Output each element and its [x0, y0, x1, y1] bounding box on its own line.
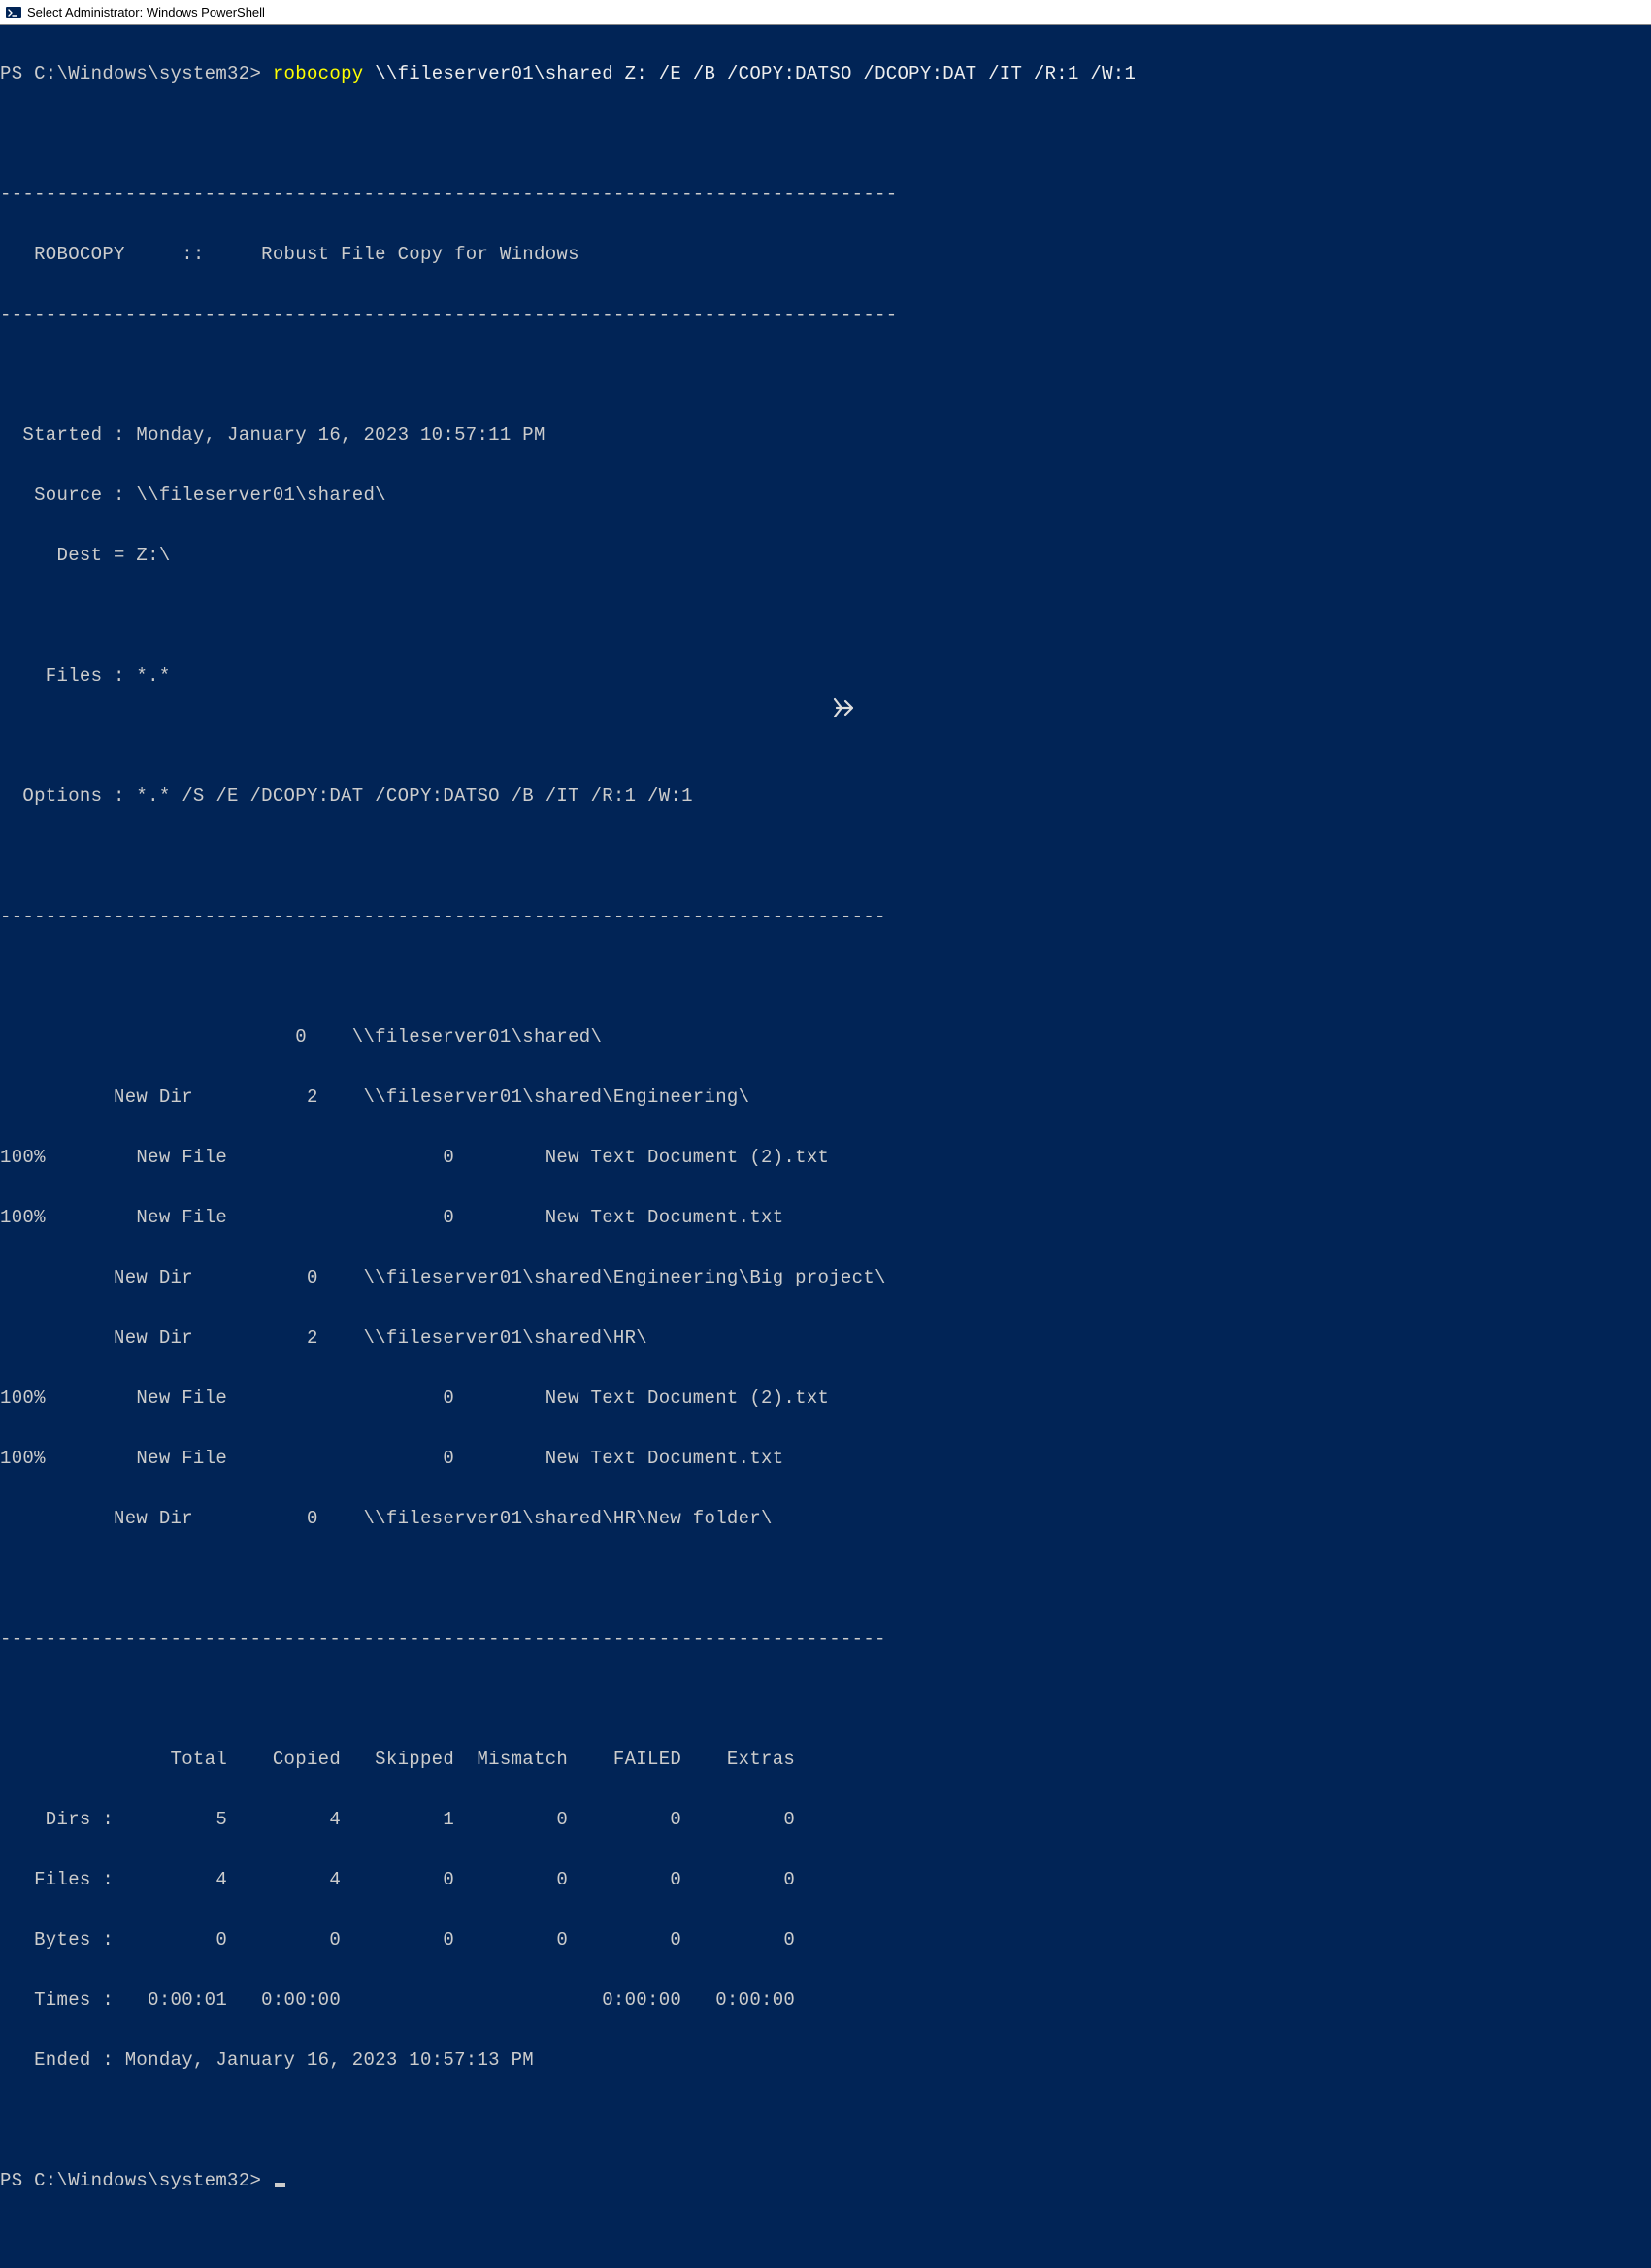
- command-name: robocopy: [273, 63, 364, 84]
- summary-files: Files : 4 4 0 0 0 0: [0, 1865, 1651, 1895]
- powershell-icon: [6, 5, 21, 20]
- summary-bytes: Bytes : 0 0 0 0 0 0: [0, 1925, 1651, 1955]
- separator-line: ----------------------------------------…: [0, 902, 1651, 932]
- progress-line: 100% New File 0 New Text Document.txt: [0, 1444, 1651, 1474]
- progress-line: 100% New File 0 New Text Document (2).tx…: [0, 1384, 1651, 1414]
- info-dest: Dest = Z:\: [0, 541, 1651, 571]
- progress-line: 100% New File 0 New Text Document (2).tx…: [0, 1143, 1651, 1173]
- info-options: Options : *.* /S /E /DCOPY:DAT /COPY:DAT…: [0, 782, 1651, 812]
- prompt-line-2: PS C:\Windows\system32>: [0, 2166, 1651, 2196]
- summary-ended: Ended : Monday, January 16, 2023 10:57:1…: [0, 2046, 1651, 2076]
- blank-line: [0, 962, 1651, 992]
- text-cursor: [275, 2183, 285, 2187]
- info-source: Source : \\fileserver01\shared\: [0, 481, 1651, 511]
- summary-times: Times : 0:00:01 0:00:00 0:00:00 0:00:00: [0, 1985, 1651, 2016]
- progress-line: 100% New File 0 New Text Document.txt: [0, 1203, 1651, 1233]
- blank-line: [0, 1564, 1651, 1594]
- progress-line: New Dir 0 \\fileserver01\shared\Engineer…: [0, 1263, 1651, 1293]
- progress-line: New Dir 2 \\fileserver01\shared\Engineer…: [0, 1083, 1651, 1113]
- blank-line: [0, 119, 1651, 150]
- summary-dirs: Dirs : 5 4 1 0 0 0: [0, 1805, 1651, 1835]
- blank-line: [0, 2106, 1651, 2136]
- separator-line: ----------------------------------------…: [0, 180, 1651, 210]
- window-titlebar: Select Administrator: Windows PowerShell: [0, 0, 1651, 25]
- summary-header: Total Copied Skipped Mismatch FAILED Ext…: [0, 1745, 1651, 1775]
- blank-line: [0, 601, 1651, 631]
- separator-line: ----------------------------------------…: [0, 1624, 1651, 1654]
- blank-line: [0, 842, 1651, 872]
- prompt-line-1: PS C:\Windows\system32> robocopy \\files…: [0, 59, 1651, 89]
- prompt-prefix: PS C:\Windows\system32>: [0, 63, 273, 84]
- command-args: \\fileserver01\shared Z: /E /B /COPY:DAT…: [363, 63, 1136, 84]
- info-started: Started : Monday, January 16, 2023 10:57…: [0, 420, 1651, 450]
- progress-line: New Dir 2 \\fileserver01\shared\HR\: [0, 1323, 1651, 1353]
- window-title: Select Administrator: Windows PowerShell: [27, 5, 265, 19]
- progress-line: 0 \\fileserver01\shared\: [0, 1022, 1651, 1052]
- separator-line: ----------------------------------------…: [0, 300, 1651, 330]
- prompt-prefix: PS C:\Windows\system32>: [0, 2170, 273, 2191]
- blank-line: [0, 721, 1651, 751]
- info-files: Files : *.*: [0, 661, 1651, 691]
- progress-line: New Dir 0 \\fileserver01\shared\HR\New f…: [0, 1504, 1651, 1534]
- robocopy-banner-title: ROBOCOPY :: Robust File Copy for Windows: [0, 240, 1651, 270]
- blank-line: [0, 1684, 1651, 1715]
- blank-line: [0, 360, 1651, 390]
- terminal-pane[interactable]: PS C:\Windows\system32> robocopy \\files…: [0, 25, 1651, 2268]
